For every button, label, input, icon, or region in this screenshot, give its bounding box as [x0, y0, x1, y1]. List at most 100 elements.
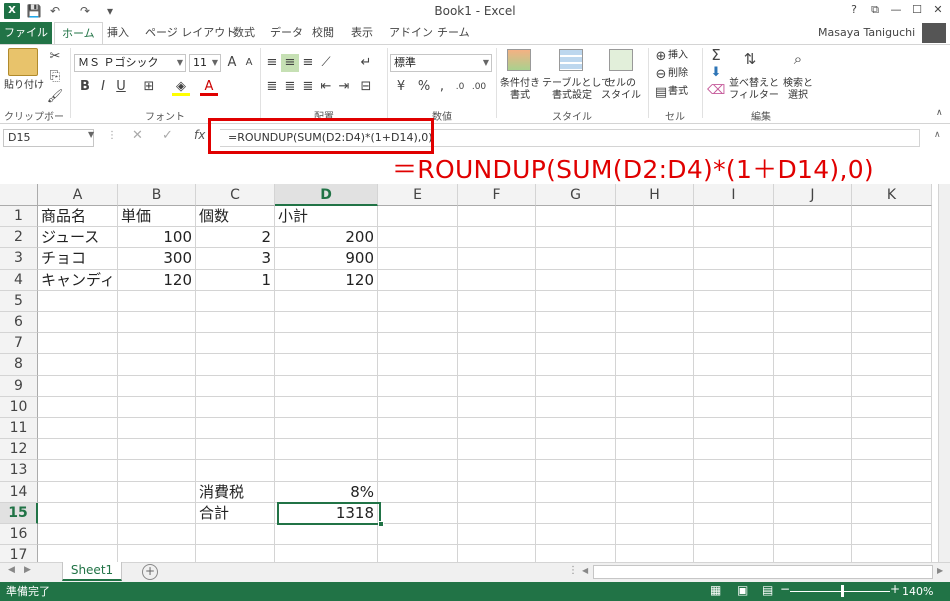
decrease-indent-icon[interactable]: ⇤ [317, 78, 335, 96]
cell-i15[interactable] [694, 502, 774, 524]
insert-cells-button[interactable]: 挿入 [668, 50, 688, 62]
cell-a8[interactable] [38, 354, 118, 376]
increase-decimal-icon[interactable]: .0 [451, 78, 469, 96]
currency-icon[interactable]: ¥ [392, 78, 410, 96]
cell-f11[interactable] [458, 418, 536, 440]
cell-j8[interactable] [774, 354, 852, 376]
font-name-combo[interactable]: ＭＳ Ｐゴシック ▼ [74, 54, 186, 72]
cell-b10[interactable] [118, 396, 196, 418]
cell-k11[interactable] [852, 418, 932, 440]
insert-function-icon[interactable]: fx [194, 128, 205, 142]
cell-h1[interactable] [616, 206, 694, 228]
row-header-6[interactable]: 6 [0, 312, 38, 334]
cell-k3[interactable] [852, 248, 932, 270]
cell-b8[interactable] [118, 354, 196, 376]
cell-g5[interactable] [536, 290, 616, 312]
cell-c15[interactable]: 合計 [196, 502, 275, 524]
enter-icon[interactable]: ✓ [162, 128, 173, 143]
cell-j14[interactable] [774, 481, 852, 503]
cell-e14[interactable] [378, 481, 458, 503]
row-header-8[interactable]: 8 [0, 354, 38, 376]
cell-c13[interactable] [196, 460, 275, 482]
cell-b16[interactable] [118, 524, 196, 546]
cell-e10[interactable] [378, 396, 458, 418]
copy-icon[interactable]: ⎘ [46, 68, 64, 86]
tab-file[interactable]: ファイル [0, 22, 52, 44]
format-painter-icon[interactable]: 🖌 [46, 88, 64, 106]
sort-filter-button[interactable]: 並べ替えと フィルター [729, 78, 779, 102]
row-header-7[interactable]: 7 [0, 333, 38, 355]
zoom-out-icon[interactable]: − [780, 582, 790, 596]
cell-h3[interactable] [616, 248, 694, 270]
cell-d16[interactable] [275, 524, 378, 546]
cell-j5[interactable] [774, 290, 852, 312]
chevron-down-icon[interactable]: ▼ [88, 130, 94, 139]
row-header-10[interactable]: 10 [0, 396, 38, 418]
column-header-e[interactable]: E [378, 184, 458, 206]
cell-i13[interactable] [694, 460, 774, 482]
cell-i16[interactable] [694, 524, 774, 546]
cell-k9[interactable] [852, 375, 932, 397]
cell-d2[interactable]: 200 [275, 227, 378, 249]
row-header-15[interactable]: 15 [0, 502, 38, 524]
cell-h12[interactable] [616, 439, 694, 461]
cell-f3[interactable] [458, 248, 536, 270]
row-header-12[interactable]: 12 [0, 439, 38, 461]
cell-e13[interactable] [378, 460, 458, 482]
cell-c16[interactable] [196, 524, 275, 546]
cell-h16[interactable] [616, 524, 694, 546]
cell-f9[interactable] [458, 375, 536, 397]
cell-b6[interactable] [118, 312, 196, 334]
comma-button[interactable]: , [433, 78, 451, 96]
cell-a13[interactable] [38, 460, 118, 482]
cell-i11[interactable] [694, 418, 774, 440]
tab-view[interactable]: 表示 [344, 22, 380, 44]
cell-j2[interactable] [774, 227, 852, 249]
cell-j12[interactable] [774, 439, 852, 461]
merge-center-icon[interactable]: ⊟ [357, 78, 375, 96]
sort-filter-icon[interactable]: ⇅ [741, 50, 759, 68]
row-header-5[interactable]: 5 [0, 290, 38, 312]
cell-f6[interactable] [458, 312, 536, 334]
cell-i5[interactable] [694, 290, 774, 312]
paste-button[interactable]: 貼り付け [3, 80, 45, 92]
cell-a7[interactable] [38, 333, 118, 355]
cell-h10[interactable] [616, 396, 694, 418]
cell-g11[interactable] [536, 418, 616, 440]
column-header-h[interactable]: H [616, 184, 694, 206]
cell-f15[interactable] [458, 502, 536, 524]
cell-f13[interactable] [458, 460, 536, 482]
cell-j4[interactable] [774, 269, 852, 291]
prev-sheet-icon[interactable]: ◀ [8, 565, 15, 575]
cell-styles-icon[interactable] [609, 49, 633, 71]
cell-a4[interactable]: キャンディ [38, 269, 118, 291]
tab-review[interactable]: 校閲 [305, 22, 341, 44]
cell-f2[interactable] [458, 227, 536, 249]
conditional-format-icon[interactable] [507, 49, 531, 71]
row-header-9[interactable]: 9 [0, 375, 38, 397]
cell-i9[interactable] [694, 375, 774, 397]
clear-icon[interactable]: ⌫ [707, 82, 725, 100]
cell-b12[interactable] [118, 439, 196, 461]
cell-c3[interactable]: 3 [196, 248, 275, 270]
cell-i8[interactable] [694, 354, 774, 376]
expand-formula-icon[interactable]: ∧ [934, 130, 941, 140]
cell-h8[interactable] [616, 354, 694, 376]
cell-k1[interactable] [852, 206, 932, 228]
cut-icon[interactable]: ✂ [46, 48, 64, 66]
cell-b7[interactable] [118, 333, 196, 355]
cell-h2[interactable] [616, 227, 694, 249]
cell-styles-button[interactable]: セルの スタイル [600, 78, 642, 102]
cell-i6[interactable] [694, 312, 774, 334]
tab-data[interactable]: データ [263, 22, 310, 44]
vertical-scrollbar[interactable] [938, 184, 950, 562]
column-header-g[interactable]: G [536, 184, 616, 206]
cell-f7[interactable] [458, 333, 536, 355]
fill-handle[interactable] [378, 521, 384, 527]
cell-e5[interactable] [378, 290, 458, 312]
add-sheet-icon[interactable]: + [142, 564, 158, 580]
conditional-format-button[interactable]: 条件付き 書式 [498, 78, 542, 102]
cell-b2[interactable]: 100 [118, 227, 196, 249]
cell-g7[interactable] [536, 333, 616, 355]
cell-b3[interactable]: 300 [118, 248, 196, 270]
